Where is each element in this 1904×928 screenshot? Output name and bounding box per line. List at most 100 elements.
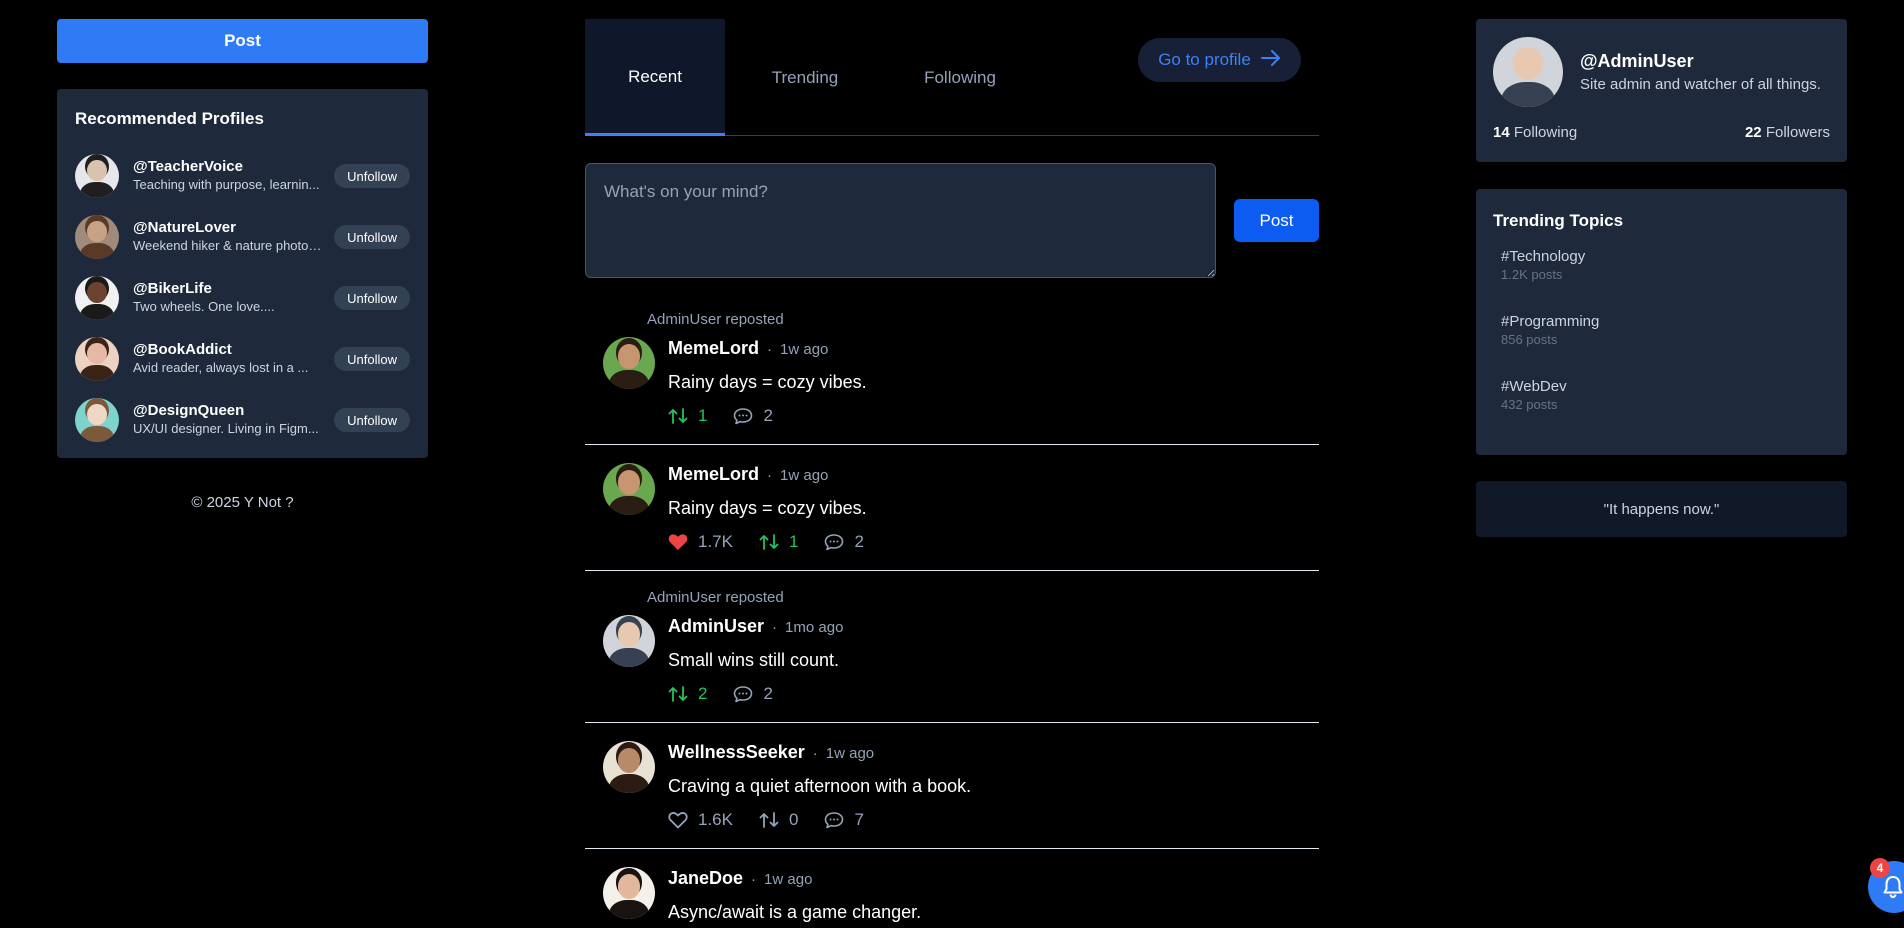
repost-count: 0 [788, 810, 799, 829]
arrow-right-icon [1260, 49, 1281, 71]
recommended-profile-item: @NatureLover Weekend hiker & nature photo… [75, 206, 410, 267]
profile-card: @AdminUser Site admin and watcher of all… [1476, 19, 1847, 162]
recommended-profile-item: @BookAddict Avid reader, always lost in a… [75, 328, 410, 389]
tagline-quote: "It happens now." [1476, 481, 1847, 537]
repost-icon [668, 685, 688, 703]
unfollow-button[interactable]: Unfollow [334, 225, 410, 249]
post-text: Small wins still count. [668, 650, 840, 670]
separator-dot: · [812, 745, 818, 762]
profile-handle[interactable]: @AdminUser [1580, 49, 1821, 73]
post-text: Async/await is a game changer. [668, 902, 922, 922]
recommended-profiles-title: Recommended Profiles [75, 109, 264, 128]
new-post-button[interactable]: Post [57, 19, 428, 63]
following-stat[interactable]: 14 Following [1493, 124, 1577, 141]
main-feed-column: Recent Trending Following Go to profile … [585, 19, 1319, 928]
trending-tag: #Technology [1501, 248, 1586, 265]
recommended-profiles-list: @TeacherVoice Teaching with purpose, lear… [75, 145, 410, 450]
post-timestamp: 1mo ago [785, 619, 844, 636]
tab-recent[interactable]: Recent [585, 19, 725, 136]
author-avatar[interactable] [603, 615, 655, 667]
comment-button[interactable]: 2 [824, 532, 864, 552]
author-avatar[interactable] [603, 337, 655, 389]
post-author[interactable]: JaneDoe [668, 867, 743, 889]
comment-button[interactable]: 2 [733, 406, 773, 426]
profile-avatar[interactable] [75, 275, 119, 320]
repost-indicator: AdminUser reposted [647, 589, 784, 606]
profile-handle[interactable]: @TeacherVoice [133, 157, 323, 176]
profile-bio: Teaching with purpose, learnin... [133, 177, 320, 192]
trending-count: 432 posts [1501, 397, 1558, 412]
feed-tabs: Recent Trending Following Go to profile [585, 19, 1319, 136]
trending-count: 856 posts [1501, 332, 1558, 347]
comment-button[interactable]: 7 [824, 810, 864, 830]
followers-stat[interactable]: 22 Followers [1745, 124, 1830, 141]
unfollow-button[interactable]: Unfollow [334, 286, 410, 310]
feed-post[interactable]: JaneDoe · 1w ago Async/await is a game chan… [585, 849, 1319, 928]
profile-handle[interactable]: @BikerLife [133, 279, 323, 298]
profile-avatar[interactable] [75, 153, 119, 198]
right-sidebar: @AdminUser Site admin and watcher of all… [1476, 19, 1847, 537]
author-avatar[interactable] [603, 463, 655, 515]
like-count: 1.7K [698, 532, 733, 551]
unfollow-button[interactable]: Unfollow [334, 408, 410, 432]
feed-post[interactable]: AdminUser reposted MemeLord · 1w ago Rainy d… [585, 311, 1319, 445]
unfollow-button[interactable]: Unfollow [334, 164, 410, 188]
repost-button[interactable]: 1 [759, 532, 798, 552]
comment-count: 2 [763, 406, 773, 425]
feed-post[interactable]: MemeLord · 1w ago Rainy days = cozy vibes. 1… [585, 445, 1319, 571]
recommended-profile-item: @BikerLife Two wheels. One love.... Unfoll… [75, 267, 410, 328]
post-author[interactable]: MemeLord [668, 337, 759, 359]
like-button[interactable]: 1.6K [668, 810, 733, 830]
post-author[interactable]: MemeLord [668, 463, 759, 485]
unfollow-button[interactable]: Unfollow [334, 347, 410, 371]
go-to-profile-label: Go to profile [1158, 50, 1251, 69]
trending-topic[interactable]: #WebDev 432 posts [1493, 377, 1830, 414]
comment-count: 2 [763, 684, 773, 703]
recommended-profiles-card: Recommended Profiles @TeacherVoice Teachi… [57, 89, 428, 458]
tab-following[interactable]: Following [890, 19, 1030, 136]
post-timestamp: 1w ago [764, 871, 813, 888]
profile-bio: UX/UI designer. Living in Figm... [133, 421, 319, 436]
profile-avatar[interactable] [75, 397, 119, 442]
repost-button[interactable]: 2 [668, 684, 707, 704]
like-button[interactable]: 1.7K [668, 532, 733, 552]
heart-icon [668, 533, 688, 551]
post-composer: Post [585, 163, 1319, 278]
recommended-profile-item: @DesignQueen UX/UI designer. Living in Fi… [75, 389, 410, 450]
post-feed: AdminUser reposted MemeLord · 1w ago Rainy d… [585, 311, 1319, 928]
repost-icon [759, 811, 779, 829]
profile-handle[interactable]: @DesignQueen [133, 401, 323, 420]
post-actions: 1.7K 1 2 [668, 531, 867, 553]
profile-avatar[interactable] [75, 214, 119, 259]
comment-button[interactable]: 2 [733, 684, 773, 704]
post-timestamp: 1w ago [780, 341, 829, 358]
author-avatar[interactable] [603, 867, 655, 919]
trending-topic[interactable]: #Technology 1.2K posts [1493, 247, 1830, 284]
feed-post[interactable]: WellnessSeeker · 1w ago Craving a quiet aft… [585, 723, 1319, 849]
go-to-profile-button[interactable]: Go to profile [1138, 38, 1301, 82]
author-avatar[interactable] [603, 741, 655, 793]
post-author[interactable]: AdminUser [668, 615, 764, 637]
separator-dot: · [767, 467, 773, 484]
profile-avatar[interactable] [75, 336, 119, 381]
submit-post-button[interactable]: Post [1234, 199, 1319, 242]
trending-tag: #WebDev [1501, 378, 1567, 395]
trending-topic[interactable]: #Programming 856 posts [1493, 312, 1830, 349]
profile-bio: Weekend hiker & nature photogr... [133, 238, 323, 253]
post-actions: 1.6K 0 7 [668, 809, 971, 831]
post-author[interactable]: WellnessSeeker [668, 741, 805, 763]
profile-avatar[interactable] [1493, 37, 1563, 107]
following-count: 14 [1493, 124, 1510, 141]
post-timestamp: 1w ago [825, 745, 875, 762]
feed-post[interactable]: AdminUser reposted AdminUser · 1mo ago Small… [585, 571, 1319, 723]
compose-textarea[interactable] [585, 163, 1216, 278]
repost-button[interactable]: 0 [759, 810, 798, 830]
profile-bio: Site admin and watcher of all things. [1580, 76, 1821, 93]
comment-icon [824, 533, 844, 551]
repost-count: 2 [698, 684, 708, 703]
profile-handle[interactable]: @NatureLover [133, 218, 323, 237]
tab-trending[interactable]: Trending [735, 19, 875, 136]
notification-badge: 4 [1870, 858, 1890, 878]
profile-handle[interactable]: @BookAddict [133, 340, 323, 359]
repost-button[interactable]: 1 [668, 406, 707, 426]
